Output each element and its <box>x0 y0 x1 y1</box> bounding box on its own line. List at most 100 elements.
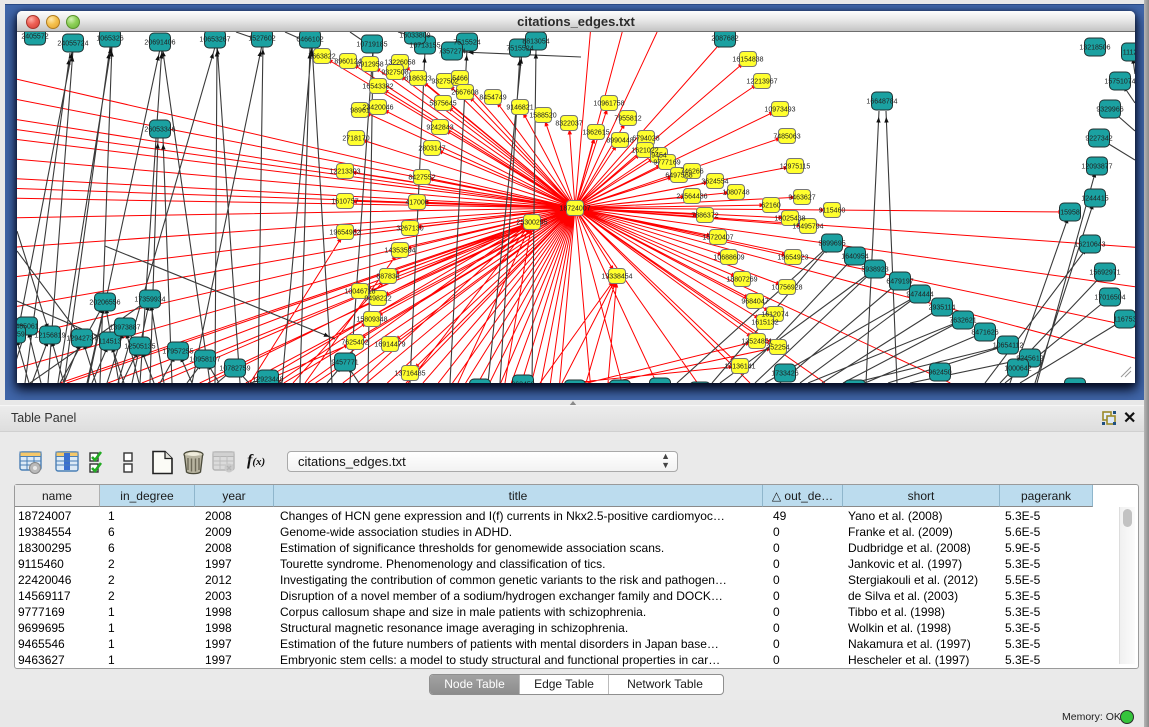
svg-text:9454: 9454 <box>651 153 667 160</box>
svg-text:1362615: 1362615 <box>582 130 609 137</box>
svg-text:9474444: 9474444 <box>906 292 933 299</box>
svg-text:10756928: 10756928 <box>771 285 802 292</box>
svg-text:16210643: 16210643 <box>1074 242 1105 249</box>
svg-text:10719185: 10719185 <box>356 42 387 49</box>
svg-text:9684047: 9684047 <box>741 299 768 306</box>
svg-text:5466: 5466 <box>452 76 468 83</box>
svg-text:10653267: 10653267 <box>199 37 230 44</box>
svg-text:24055724: 24055724 <box>57 41 88 48</box>
svg-text:17359934: 17359934 <box>134 297 165 304</box>
svg-text:962450: 962450 <box>511 382 534 384</box>
svg-text:15809348: 15809348 <box>356 317 387 324</box>
svg-text:746266: 746266 <box>680 169 703 176</box>
svg-text:2803147: 2803147 <box>418 146 445 153</box>
svg-text:8912958: 8912958 <box>356 62 383 69</box>
svg-text:10025438: 10025438 <box>774 216 805 223</box>
svg-text:962450: 962450 <box>928 370 951 377</box>
svg-text:8454749: 8454749 <box>479 95 506 102</box>
svg-text:887834: 887834 <box>376 274 399 281</box>
svg-text:11124: 11124 <box>1123 50 1135 57</box>
svg-text:15958: 15958 <box>1060 210 1080 217</box>
svg-text:13226058: 13226058 <box>384 60 415 67</box>
svg-text:12093877: 12093877 <box>1081 164 1112 171</box>
svg-text:10782759: 10782759 <box>219 366 250 373</box>
svg-text:1615132: 1615132 <box>751 320 778 327</box>
svg-text:2087682: 2087682 <box>711 36 738 43</box>
svg-text:1588520: 1588520 <box>529 113 556 120</box>
svg-text:13973887: 13973887 <box>109 325 140 332</box>
svg-text:10958107: 10958107 <box>189 357 220 364</box>
svg-text:13716485: 13716485 <box>394 371 425 378</box>
svg-text:12213967: 12213967 <box>746 79 777 86</box>
svg-text:20691406: 20691406 <box>144 40 175 47</box>
svg-text:9463627: 9463627 <box>788 195 815 202</box>
svg-text:14136141: 14136141 <box>724 364 755 371</box>
svg-text:9227342: 9227342 <box>1085 136 1112 143</box>
svg-text:8471626: 8471626 <box>971 330 998 337</box>
svg-text:12942737: 12942737 <box>66 336 97 343</box>
svg-text:17957255: 17957255 <box>162 349 193 356</box>
svg-text:1000642: 1000642 <box>1004 366 1031 373</box>
svg-text:485061: 485061 <box>17 324 39 331</box>
svg-text:19654923: 19654923 <box>777 255 808 262</box>
svg-text:7632621: 7632621 <box>949 318 976 325</box>
svg-text:116753: 116753 <box>1114 317 1135 324</box>
svg-text:6479197: 6479197 <box>886 279 913 286</box>
svg-text:9115460: 9115460 <box>819 208 846 215</box>
svg-text:3624554: 3624554 <box>701 179 728 186</box>
svg-text:9245612: 9245612 <box>1016 356 1043 363</box>
svg-text:7886372: 7886372 <box>691 213 718 220</box>
svg-text:2718170: 2718170 <box>342 136 369 143</box>
svg-text:9899695: 9899695 <box>818 241 845 248</box>
svg-text:7663822: 7663822 <box>308 54 335 61</box>
svg-text:8322037: 8322037 <box>555 121 582 128</box>
svg-text:16033809: 16033809 <box>399 33 430 40</box>
svg-text:26053346: 26053346 <box>144 127 175 134</box>
svg-text:1065326: 1065326 <box>96 36 123 43</box>
svg-text:12923448: 12923448 <box>252 377 283 384</box>
svg-text:9777169: 9777169 <box>653 160 680 167</box>
svg-text:10046718: 10046718 <box>344 289 375 296</box>
svg-text:1610757: 1610757 <box>331 199 358 206</box>
svg-text:7625402: 7625402 <box>341 340 368 347</box>
svg-text:417006: 417006 <box>405 200 428 207</box>
svg-text:7955812: 7955812 <box>614 116 641 123</box>
svg-text:9457771: 9457771 <box>331 360 358 367</box>
svg-text:9146821: 9146821 <box>506 105 533 112</box>
svg-text:2935114: 2935114 <box>929 305 956 312</box>
svg-text:1244415: 1244415 <box>1081 196 1108 203</box>
svg-text:15692971: 15692971 <box>1089 270 1120 277</box>
svg-text:21564436: 21564436 <box>676 194 707 201</box>
svg-text:6466102: 6466102 <box>296 37 323 44</box>
svg-text:8427552: 8427552 <box>408 175 435 182</box>
svg-text:10973493: 10973493 <box>764 107 795 114</box>
svg-text:18724007: 18724007 <box>559 206 590 213</box>
svg-text:2667608: 2667608 <box>451 90 478 97</box>
svg-text:5875645: 5875645 <box>429 101 456 108</box>
svg-text:12975115: 12975115 <box>780 164 811 171</box>
svg-text:7515524: 7515524 <box>506 46 533 53</box>
svg-text:7485063: 7485063 <box>773 134 800 141</box>
svg-text:15495794: 15495794 <box>792 224 823 231</box>
svg-text:9498222: 9498222 <box>364 296 391 303</box>
svg-text:3267130: 3267130 <box>396 226 423 233</box>
svg-text:18807269: 18807269 <box>726 277 757 284</box>
svg-text:16914479: 16914479 <box>374 342 405 349</box>
svg-text:1612074: 1612074 <box>761 312 788 319</box>
svg-text:6794028: 6794028 <box>632 136 659 143</box>
svg-text:16713155: 16713155 <box>409 43 440 50</box>
svg-text:8186323: 8186323 <box>404 76 431 83</box>
svg-text:62160: 62160 <box>761 203 781 210</box>
svg-text:20206556: 20206556 <box>89 300 120 307</box>
svg-text:7515524: 7515524 <box>453 40 480 47</box>
svg-text:9242843: 9242843 <box>426 125 453 132</box>
svg-text:25300295: 25300295 <box>516 220 547 227</box>
svg-text:98961: 98961 <box>350 108 370 115</box>
svg-text:10654112: 10654112 <box>993 343 1024 350</box>
svg-text:13218506: 13218506 <box>1079 45 1110 52</box>
svg-text:1080748: 1080748 <box>722 190 749 197</box>
svg-text:15720407: 15720407 <box>702 235 733 242</box>
svg-text:17016504: 17016504 <box>1094 295 1125 302</box>
svg-text:10688609: 10688609 <box>713 255 744 262</box>
svg-text:5938923: 5938923 <box>861 267 888 274</box>
